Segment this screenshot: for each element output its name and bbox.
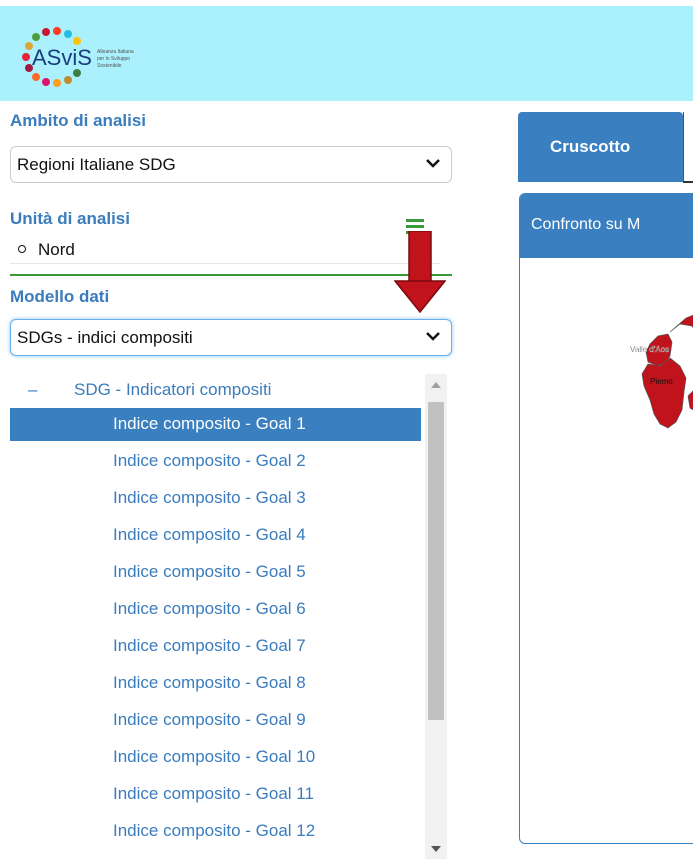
tree-item[interactable]: Indice composito - Goal 4 [10, 519, 421, 552]
tree-item[interactable]: Indice composito - Goal 5 [10, 556, 421, 589]
svg-text:Alleanza Italiana: Alleanza Italiana [97, 49, 134, 55]
panel-header: Confronto su M [520, 194, 693, 258]
ambito-select[interactable]: Regioni Italiane SDG [10, 146, 452, 183]
tree-item[interactable]: Indice composito - Goal 12 [10, 815, 421, 848]
tree-item[interactable]: Indice composito - Goal 10 [10, 741, 421, 774]
comparison-panel: Confronto su M Valle d'Aos Piemo [519, 193, 693, 844]
svg-text:per lo Sviluppo: per lo Sviluppo [97, 56, 130, 62]
tab-border [683, 112, 684, 182]
scroll-up-icon[interactable] [425, 374, 447, 396]
tree-item[interactable]: Indice composito - Goal 7 [10, 630, 421, 663]
italy-map[interactable]: Valle d'Aos Piemo [520, 258, 693, 844]
map-label: Valle d'Aos [630, 345, 669, 354]
modello-select[interactable]: SDGs - indici compositi [10, 319, 452, 356]
chevron-down-icon [426, 332, 440, 341]
tree-scrollbar[interactable] [425, 374, 447, 859]
bullet-icon [18, 245, 26, 253]
tree-item[interactable]: Indice composito - Goal 9 [10, 704, 421, 737]
top-bar: ASviS Alleanza Italiana per lo Sviluppo … [0, 0, 693, 101]
unit-list-item[interactable]: Nord [18, 240, 75, 260]
modello-select-value: SDGs - indici compositi [17, 328, 193, 347]
map-label: Piemo [650, 377, 673, 386]
chevron-down-icon [426, 159, 440, 168]
tab-cruscotto[interactable]: Cruscotto [518, 112, 683, 182]
svg-text:Sostenibile: Sostenibile [97, 63, 122, 69]
asvis-logo[interactable]: ASviS Alleanza Italiana per lo Sviluppo … [14, 20, 184, 94]
tree-item[interactable]: Indice composito - Goal 6 [10, 593, 421, 626]
panel-title: Confronto su M [531, 216, 641, 233]
sidebar: Ambito di analisi Regioni Italiane SDG U… [0, 101, 460, 859]
ambito-label: Ambito di analisi [10, 111, 147, 130]
tab-border [683, 181, 693, 183]
divider [10, 263, 440, 264]
unita-label: Unità di analisi [10, 209, 130, 228]
indicator-tree: – SDG - Indicatori compositi Indice comp… [10, 374, 452, 859]
down-arrow-icon [394, 231, 446, 313]
map-region[interactable] [641, 357, 687, 429]
tree-item[interactable]: Indice composito - Goal 11 [10, 778, 421, 811]
section-divider [10, 274, 452, 276]
svg-text:ASviS: ASviS [32, 45, 92, 70]
scroll-down-icon[interactable] [425, 838, 447, 859]
tree-item[interactable]: Indice composito - Goal 8 [10, 667, 421, 700]
ambito-select-value: Regioni Italiane SDG [17, 155, 176, 174]
tree-item[interactable]: Indice composito - Goal 3 [10, 482, 421, 515]
tree-item[interactable]: Indice composito - Goal 2 [10, 445, 421, 478]
tree-item[interactable]: Indice composito - Goal 1 [10, 408, 421, 441]
modello-label: Modello dati [10, 287, 110, 306]
collapse-icon[interactable]: – [28, 380, 37, 400]
scrollbar-thumb[interactable] [428, 402, 444, 720]
tree-root-label: SDG - Indicatori compositi [74, 380, 272, 399]
